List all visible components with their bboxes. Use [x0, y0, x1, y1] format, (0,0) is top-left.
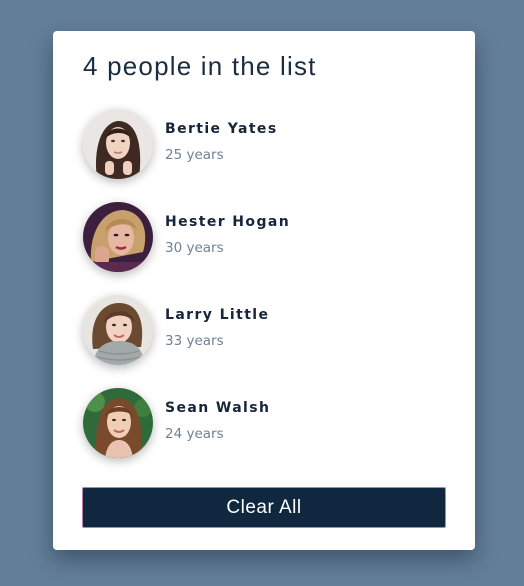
person-name: Larry Little [165, 307, 270, 323]
avatar [83, 202, 153, 272]
page-title: 4 people in the list [83, 51, 317, 81]
list-item: Bertie Yates 25 years [83, 109, 443, 179]
list-item: Sean Walsh 24 years [83, 388, 443, 458]
avatar [83, 388, 153, 458]
person-age: 25 years [165, 147, 224, 163]
avatar [83, 295, 153, 365]
person-age: 30 years [165, 240, 224, 256]
clear-all-button[interactable]: Clear All [82, 487, 446, 528]
list-item: Larry Little 33 years [83, 295, 443, 365]
list-item: Hester Hogan 30 years [83, 202, 443, 272]
person-name: Hester Hogan [165, 214, 291, 230]
person-age: 33 years [165, 333, 224, 349]
person-name: Sean Walsh [165, 400, 271, 416]
person-name: Bertie Yates [165, 121, 278, 137]
person-age: 24 years [165, 426, 224, 442]
people-card: 4 people in the list Bertie Yates 25 yea… [53, 31, 475, 550]
avatar [83, 109, 153, 179]
